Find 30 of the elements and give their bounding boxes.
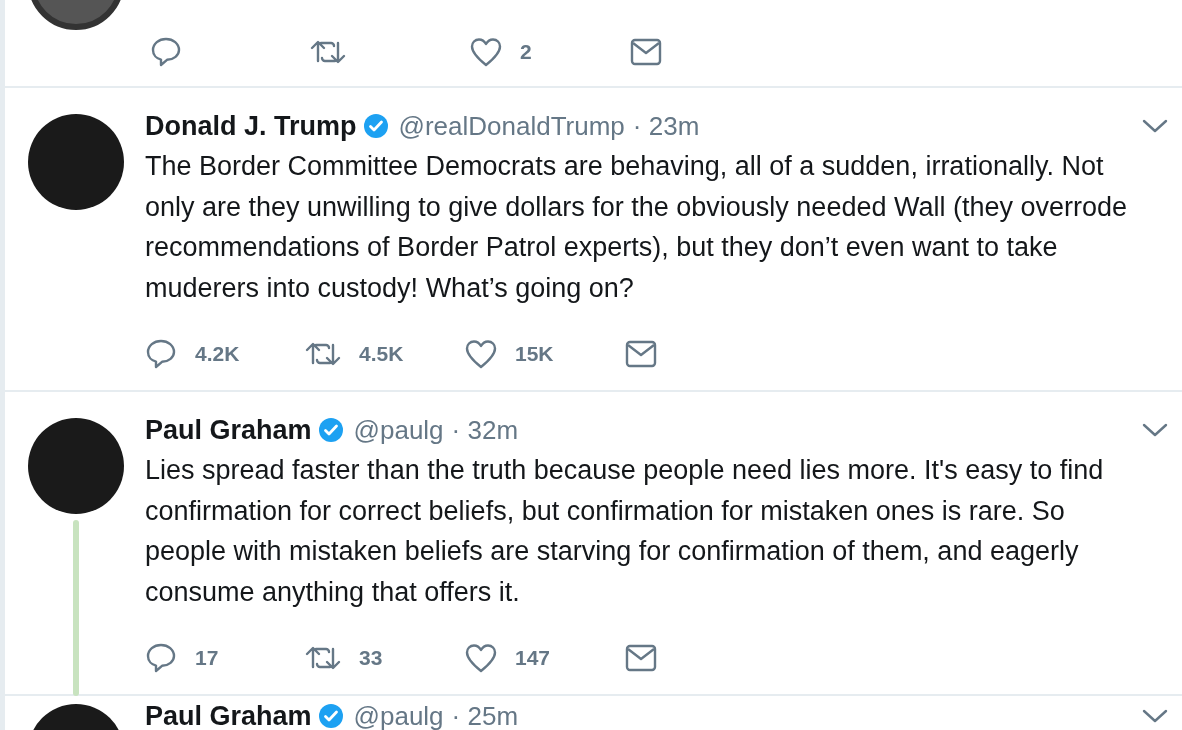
reply-icon[interactable]: [145, 338, 177, 370]
like-count: 147: [515, 645, 551, 672]
heart-icon[interactable]: [465, 643, 497, 673]
envelope-icon[interactable]: [625, 644, 657, 672]
retweet-count: 33: [359, 645, 383, 672]
reply-icon[interactable]: [150, 36, 182, 68]
like-count: 2: [520, 39, 532, 66]
heart-icon[interactable]: [470, 37, 502, 67]
author-handle[interactable]: @realDonaldTrump: [398, 106, 625, 146]
tweet-text: Lies spread faster than the truth because people need lies more. It's easy to find confirmation for correct beliefs, but confirmation for mistaken ones is rare. So people with mistaken beliefs are starving for confirmation of them, and eagerly consume anything that offers it.: [145, 454, 1105, 609]
like-count: 15K: [515, 341, 554, 368]
chevron-down-icon[interactable]: [1142, 118, 1168, 134]
author-name[interactable]: Paul Graham: [145, 409, 312, 451]
envelope-icon[interactable]: [625, 340, 657, 368]
reply-count: 17: [195, 645, 219, 672]
author-name[interactable]: Donald J. Trump: [145, 105, 357, 147]
tweet-time[interactable]: · 32m: [451, 410, 519, 450]
chevron-down-icon[interactable]: [1142, 422, 1168, 438]
author-name[interactable]: Paul Graham: [145, 695, 312, 730]
chevron-down-icon[interactable]: [1142, 708, 1168, 724]
envelope-icon[interactable]: [630, 38, 662, 66]
author-handle[interactable]: @paulg: [353, 696, 444, 730]
author-handle[interactable]: @paulg: [353, 410, 444, 450]
tweet-text: The Border Committee Democrats are behaving, all of a sudden, irrationally. Not only are they unwilling to give dollars for the obviously needed Wall (they overrode recommendations of Border Patrol experts), but they don’t even want to take muderers into custody! What’s going on?: [145, 150, 1129, 305]
reply-count: 4.2K: [195, 341, 240, 368]
retweet-count: 4.5K: [359, 341, 404, 368]
tweet-time[interactable]: · 25m: [451, 696, 519, 730]
reply-icon[interactable]: [145, 642, 177, 674]
heart-icon[interactable]: [465, 339, 497, 369]
tweet-time[interactable]: · 23m: [632, 106, 700, 146]
